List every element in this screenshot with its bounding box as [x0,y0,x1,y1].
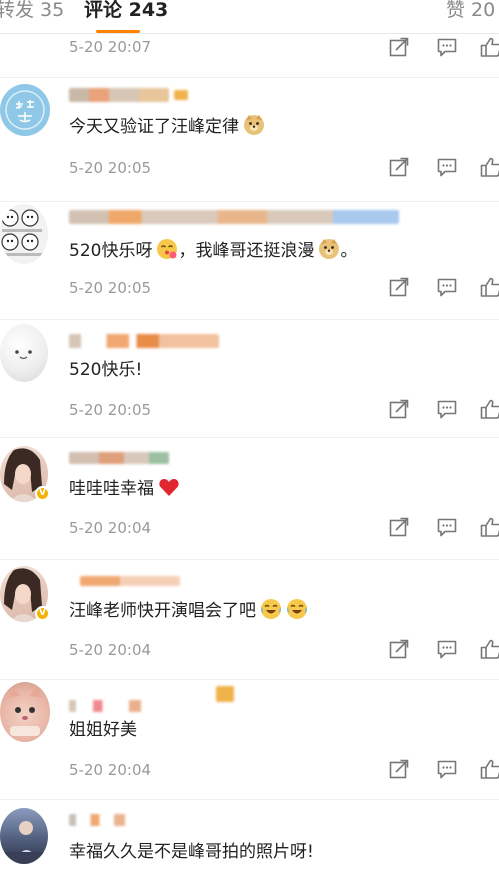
tab-comments[interactable]: 评论 243 [84,0,168,23]
comment-time: 5-20 20:05 [69,401,152,419]
avatar-image [15,350,32,360]
comment-time: 5-20 20:05 [69,279,152,297]
comment-text: 520快乐! [69,360,143,380]
thumbs-up-icon[interactable] [480,516,499,538]
comment-actions [388,276,499,298]
comment-time: 5-20 20:04 [69,519,152,537]
redacted-username [69,452,169,464]
comment-item: V 汪峰老师快开演唱会了吧 5-20 20:04 [0,560,499,680]
avatar-image [1,209,42,256]
comment-time: 5-20 20:07 [69,38,152,56]
share-icon[interactable] [388,398,410,420]
user-badge-icon [174,90,188,100]
comment-item: 姐姐好美 5-20 20:04 [0,680,499,800]
avatar[interactable] [0,324,48,382]
comment-time: 5-20 20:04 [69,641,152,659]
comment-item: 今天又验证了汪峰定律 5-20 20:05 [0,78,499,202]
thumbs-up-icon[interactable] [480,36,499,58]
share-icon[interactable] [388,638,410,660]
comment-text: 520快乐呀 ，我峰哥还挺浪漫。 [69,238,357,263]
verified-badge-icon: V [35,606,50,621]
comment-item: 幸福久久是不是峰哥拍的照片呀! [0,800,499,885]
avatar-image [8,686,42,736]
thumbs-up-icon[interactable] [480,276,499,298]
share-icon[interactable] [388,156,410,178]
redacted-username [69,334,219,348]
avatar-image [0,821,48,864]
comment-actions [388,36,499,58]
comment-time: 5-20 20:05 [69,159,152,177]
comment-icon[interactable] [436,398,458,420]
thumbs-up-icon[interactable] [480,398,499,420]
kiss-emoji-icon [156,238,179,260]
comment-text: 姐姐好美 [69,720,137,740]
comment-item: 520快乐! 5-20 20:05 [0,320,499,438]
avatar[interactable] [0,682,50,742]
heart-emoji-icon [159,479,179,496]
redacted-username [80,576,180,586]
redacted-username [69,88,169,102]
doge-emoji-icon [244,115,264,135]
comment-actions [388,156,499,178]
share-icon[interactable] [388,36,410,58]
share-icon[interactable] [388,758,410,780]
redacted-username [69,814,159,826]
comment-text: 幸福久久是不是峰哥拍的照片呀! [69,842,314,862]
thumbs-up-icon[interactable] [480,638,499,660]
active-tab-indicator [96,30,140,33]
comment-tab-bar: 转发 35 评论 243 赞 20 [0,0,499,34]
comment-icon[interactable] [436,516,458,538]
redacted-username [69,210,399,224]
comment-icon[interactable] [436,156,458,178]
share-icon[interactable] [388,276,410,298]
verified-badge-icon: V [35,486,50,501]
comment-time: 5-20 20:04 [69,761,152,779]
comment-icon[interactable] [436,758,458,780]
laugh-cry-emoji-icon [260,598,282,620]
tab-reposts[interactable]: 转发 35 [0,0,64,23]
comment-text: 哇哇哇幸福 [69,476,180,501]
doge-emoji-icon [319,239,340,259]
comment-text: 今天又验证了汪峰定律 [69,114,265,139]
comment-actions [388,638,499,660]
avatar[interactable] [0,808,48,864]
thumbs-up-icon[interactable] [480,758,499,780]
user-badge-icon [216,686,234,702]
tab-likes[interactable]: 赞 20 [446,0,495,23]
avatar-image [5,90,45,130]
comment-icon[interactable] [436,276,458,298]
comment-icon[interactable] [436,638,458,660]
comment-text: 汪峰老师快开演唱会了吧 [69,598,308,623]
thumbs-up-icon[interactable] [480,156,499,178]
avatar[interactable] [0,84,50,136]
comment-item: 5-20 20:07 [0,34,499,78]
share-icon[interactable] [388,516,410,538]
redacted-username [69,700,189,712]
comment-item: V 哇哇哇幸福 5-20 20:04 [0,438,499,560]
comment-actions [388,398,499,420]
comment-item: 520快乐呀 ，我峰哥还挺浪漫。 5-20 20:05 [0,202,499,320]
avatar[interactable] [0,204,48,264]
laugh-cry-emoji-icon [286,598,308,620]
comment-icon[interactable] [436,36,458,58]
comment-actions [388,758,499,780]
comment-actions [388,516,499,538]
